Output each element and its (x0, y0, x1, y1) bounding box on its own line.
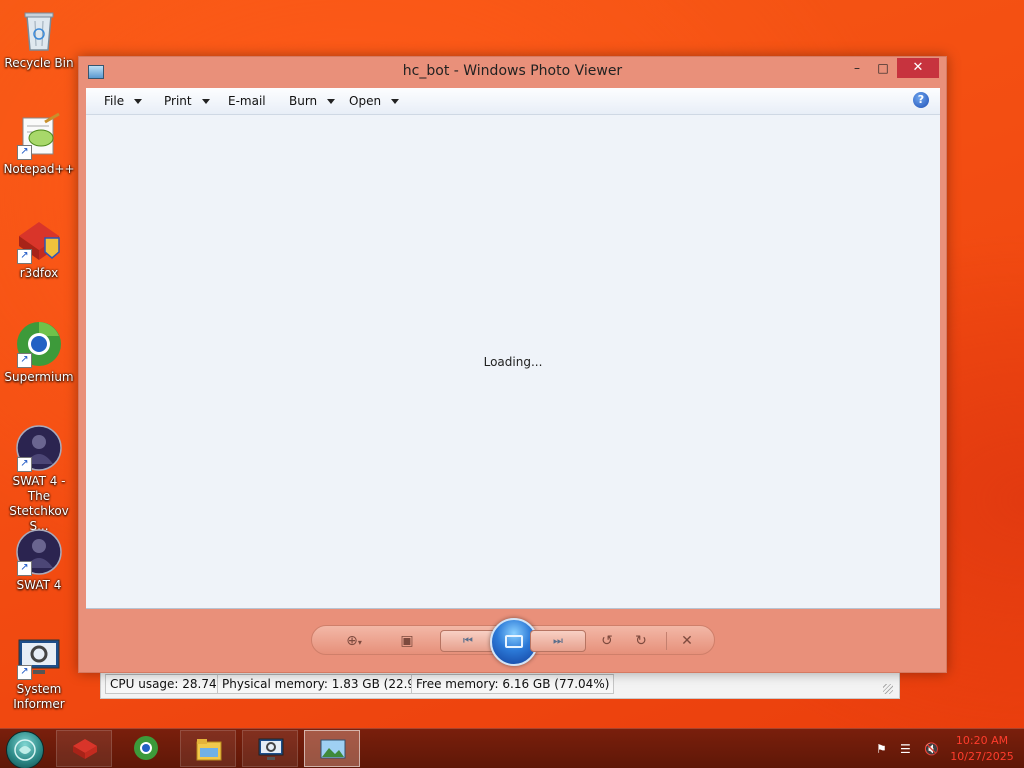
action-center-flag-icon[interactable]: ⚑ (876, 743, 890, 755)
shortcut-arrow-icon: ↗ (17, 249, 32, 264)
cpu-usage-text: CPU usage: 28.74% (105, 674, 234, 694)
chevron-down-icon: ▾ (357, 638, 362, 647)
rotate-right-icon: ↻ (635, 633, 647, 649)
chevron-down-icon (201, 99, 210, 104)
playback-control-bar: ⊕▾ ▣ ⏮ ⏭ ↺ ↻ ✕ (311, 618, 715, 666)
maximize-icon: □ (877, 61, 889, 75)
folder-icon (196, 739, 222, 761)
desktop-icon-system-informer[interactable]: ↗ System Informer (0, 632, 78, 712)
photo-viewer-window: hc_bot - Windows Photo Viewer – □ ✕ File… (78, 56, 947, 673)
supermium-icon (134, 736, 158, 760)
fit-to-window-icon: ▣ (400, 633, 414, 649)
image-viewport: Loading... (86, 115, 940, 609)
system-informer-icon (258, 738, 284, 760)
desktop-icon-label: System Informer (13, 682, 65, 711)
network-icon[interactable]: ☰ (900, 743, 914, 755)
swat4-icon: ↗ (15, 528, 63, 576)
chevron-down-icon (391, 99, 400, 104)
taskbar-r3dfox[interactable] (56, 730, 112, 767)
taskbar-clock[interactable]: 10:20 AM 10/27/2025 (946, 733, 1018, 765)
desktop-icon-label: Recycle Bin (4, 56, 74, 70)
taskbar-photo-viewer[interactable] (304, 730, 360, 767)
volume-muted-icon[interactable]: 🔇 (924, 743, 939, 755)
desktop-icon-swat4[interactable]: ↗ SWAT 4 (0, 528, 78, 593)
recycle-bin-icon (15, 6, 63, 54)
shortcut-arrow-icon: ↗ (17, 145, 32, 160)
clock-date: 10/27/2025 (950, 750, 1014, 763)
photo-viewer-icon (320, 739, 346, 759)
next-icon: ⏭ (553, 634, 563, 647)
free-memory-text: Free memory: 6.16 GB (77.04%) (411, 674, 615, 694)
desktop-icon-swat4-stetchkov[interactable]: ↗ SWAT 4 - The Stetchkov S... (0, 424, 78, 534)
desktop-icon-label: Supermium (4, 370, 74, 384)
clock-time: 10:20 AM (955, 734, 1009, 747)
rotate-counterclockwise-button[interactable]: ↺ (596, 632, 618, 650)
previous-icon: ⏮ (463, 634, 473, 647)
start-button[interactable] (6, 731, 44, 768)
zoom-button[interactable]: ⊕▾ (338, 632, 370, 650)
next-button[interactable]: ⏭ (530, 630, 586, 652)
shortcut-arrow-icon: ↗ (17, 353, 32, 368)
zoom-icon: ⊕ (346, 633, 358, 649)
desktop-icon-label: Notepad++ (3, 162, 75, 176)
desktop-icon-r3dfox[interactable]: ↗ r3dfox (0, 216, 78, 281)
rotate-clockwise-button[interactable]: ↻ (630, 632, 652, 650)
menu-label: File (104, 94, 125, 108)
close-icon: ✕ (912, 60, 924, 75)
menu-print[interactable]: Print (164, 94, 210, 108)
r3dfox-icon: ↗ (15, 216, 63, 264)
menu-bar: File Print E-mail Burn Open ? (86, 88, 940, 115)
rotate-left-icon: ↺ (601, 633, 613, 649)
maximize-button[interactable]: □ (871, 58, 895, 78)
physical-memory-text: Physical memory: 1.83 GB (22.96%) (217, 674, 444, 694)
menu-label: E-mail (228, 94, 266, 108)
help-icon[interactable]: ? (913, 92, 929, 108)
shortcut-arrow-icon: ↗ (17, 665, 32, 680)
delete-icon: ✕ (681, 633, 693, 649)
notepad-plus-plus-icon: ↗ (15, 112, 63, 160)
swat4-icon: ↗ (15, 424, 63, 472)
minimize-icon: – (854, 61, 860, 75)
taskbar-supermium[interactable] (118, 730, 174, 767)
control-divider (666, 632, 667, 650)
supermium-icon: ↗ (15, 320, 63, 368)
desktop-icon-recycle-bin[interactable]: Recycle Bin (0, 6, 78, 71)
r3dfox-icon (73, 739, 97, 759)
chevron-down-icon (327, 99, 336, 104)
resize-grip[interactable] (883, 684, 893, 694)
desktop-icon-label: SWAT 4 (16, 578, 62, 592)
menu-file[interactable]: File (104, 94, 143, 108)
windows-logo-icon (14, 739, 36, 761)
taskbar-file-explorer[interactable] (180, 730, 236, 767)
shortcut-arrow-icon: ↗ (17, 561, 32, 576)
menu-email[interactable]: E-mail (228, 94, 266, 108)
delete-button[interactable]: ✕ (676, 632, 698, 650)
menu-label: Open (349, 94, 382, 108)
desktop-icon-label: r3dfox (19, 266, 59, 280)
menu-label: Burn (289, 94, 318, 108)
system-informer-icon: ↗ (15, 632, 63, 680)
chevron-down-icon (134, 99, 143, 104)
desktop-icon-notepad-plus-plus[interactable]: ↗ Notepad++ (0, 112, 78, 177)
shortcut-arrow-icon: ↗ (17, 457, 32, 472)
actual-size-button[interactable]: ▣ (396, 632, 418, 650)
minimize-button[interactable]: – (845, 58, 869, 78)
desktop-icon-label: SWAT 4 - The Stetchkov S... (9, 474, 69, 533)
menu-label: Print (164, 94, 192, 108)
previous-button[interactable]: ⏮ (440, 630, 496, 652)
loading-text: Loading... (483, 355, 543, 369)
taskbar-system-informer[interactable] (242, 730, 298, 767)
desktop-icon-supermium[interactable]: ↗ Supermium (0, 320, 78, 385)
window-title: hc_bot - Windows Photo Viewer (402, 63, 623, 79)
close-button[interactable]: ✕ (897, 58, 939, 78)
slideshow-icon (505, 635, 523, 648)
menu-open[interactable]: Open (349, 94, 400, 108)
menu-burn[interactable]: Burn (289, 94, 336, 108)
taskbar: ⚑ ☰ 🔇 10:20 AM 10/27/2025 (0, 728, 1024, 768)
title-bar[interactable]: hc_bot - Windows Photo Viewer – □ ✕ (79, 57, 946, 87)
